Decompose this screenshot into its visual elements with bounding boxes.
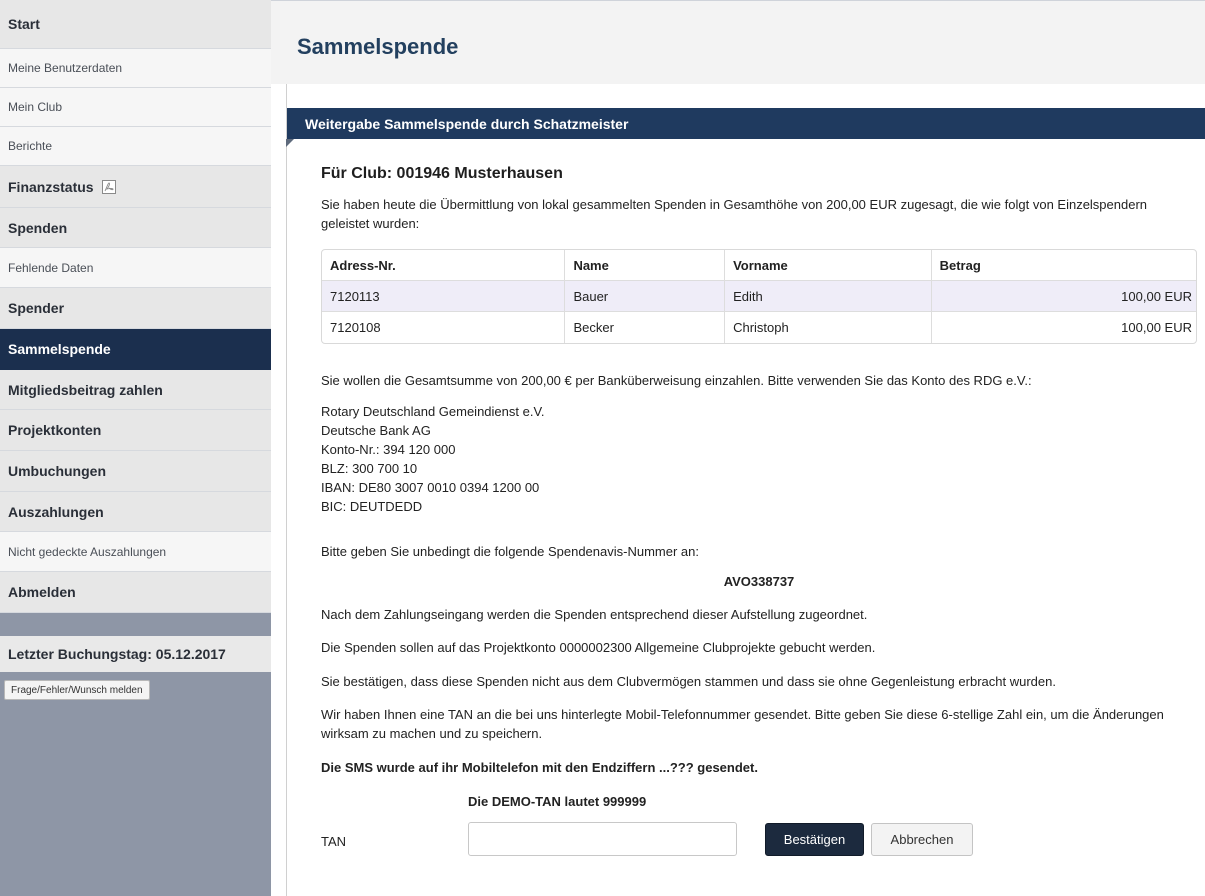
sidebar-item-label: Spenden	[8, 219, 68, 236]
content-panel: Weitergabe Sammelspende durch Schatzmeis…	[286, 84, 1205, 896]
cancel-button[interactable]: Abbrechen	[871, 823, 973, 856]
cell-vorname: Edith	[724, 281, 931, 311]
tan-input[interactable]	[468, 822, 737, 856]
sidebar-item-label: Mitgliedsbeitrag zahlen	[8, 381, 163, 398]
demo-tan-note: Die DEMO-TAN lautet 999999	[468, 794, 647, 809]
sidebar-item-label: Auszahlungen	[8, 503, 104, 520]
column-header-vorname: Vorname	[724, 250, 931, 280]
sidebar-item-nicht-gedeckte-auszahlungen[interactable]: Nicht gedeckte Auszahlungen	[0, 532, 271, 572]
page-header: Sammelspende	[271, 0, 1205, 84]
sidebar-item-umbuchungen[interactable]: Umbuchungen	[0, 451, 271, 492]
cell-betrag: 100,00 EUR	[930, 312, 1196, 343]
tan-label: TAN	[321, 834, 347, 849]
bank-line: BLZ: 300 700 10	[321, 461, 418, 476]
sidebar-item-fehlende-daten[interactable]: Fehlende Daten	[0, 248, 271, 288]
sidebar-item-start[interactable]: Start	[0, 0, 271, 49]
sidebar-item-label: Umbuchungen	[8, 463, 106, 479]
sidebar-item-mitgliedsbeitrag-zahlen[interactable]: Mitgliedsbeitrag zahlen	[0, 370, 271, 410]
sidebar-item-spender[interactable]: Spender	[0, 288, 271, 329]
bank-line: BIC: DEUTDEDD	[321, 499, 423, 514]
sidebar-item-label: Meine Benutzerdaten	[8, 61, 123, 75]
cell-vorname: Christoph	[724, 312, 931, 343]
table-row: 7120113 Bauer Edith 100,00 EUR	[322, 281, 1196, 312]
sidebar-item-label: Berichte	[8, 139, 53, 153]
sidebar-item-label: Sammelspende	[8, 341, 111, 357]
sms-note: Die SMS wurde auf ihr Mobiltelefon mit d…	[321, 760, 758, 775]
sidebar-item-mein-club[interactable]: Mein Club	[0, 88, 271, 127]
column-header-betrag: Betrag	[930, 250, 1196, 280]
pdf-icon[interactable]	[101, 179, 117, 195]
avis-instruction: Bitte geben Sie unbedingt die folgende S…	[321, 544, 699, 559]
sidebar-item-label: Fehlende Daten	[8, 260, 94, 275]
feedback-button[interactable]: Frage/Fehler/Wunsch melden	[4, 680, 150, 700]
sidebar-item-label: Abmelden	[8, 584, 76, 600]
cell-name: Becker	[564, 312, 724, 343]
confirmation-note: Sie bestätigen, dass diese Spenden nicht…	[321, 674, 1056, 689]
cell-adress-nr: 7120108	[330, 320, 381, 335]
avis-number: AVO338737	[723, 574, 795, 589]
payment-note: Sie wollen die Gesamtsumme von 200,00 € …	[321, 373, 1032, 388]
sidebar-item-label: Projektkonten	[8, 422, 102, 438]
tan-note: Wir haben Ihnen eine TAN an die bei uns …	[321, 707, 1164, 741]
panel-corner-decoration	[286, 139, 294, 147]
bank-line: IBAN: DE80 3007 0010 0394 1200 00	[321, 480, 540, 495]
sidebar-item-label: Mein Club	[8, 100, 63, 114]
donor-table: Adress-Nr. Name Vorname Betrag 7120113 B…	[321, 249, 1197, 344]
cell-name: Bauer	[564, 281, 724, 311]
project-note: Die Spenden sollen auf das Projektkonto …	[321, 640, 876, 655]
bank-line: Konto-Nr.: 394 120 000	[321, 442, 456, 457]
page-title: Sammelspende	[297, 34, 459, 59]
cell-adress-nr: 7120113	[330, 288, 380, 304]
sidebar-item-label: Spender	[8, 300, 65, 316]
sidebar-item-sammelspende[interactable]: Sammelspende	[0, 329, 271, 370]
assignment-note: Nach dem Zahlungseingang werden die Spen…	[321, 607, 868, 622]
sidebar-item-auszahlungen[interactable]: Auszahlungen	[0, 492, 271, 532]
sidebar-item-label: Finanzstatus	[8, 178, 94, 195]
last-booking-day: Letzter Buchungstag: 05.12.2017	[0, 636, 271, 672]
column-header-name: Name	[564, 250, 724, 280]
panel-title: Weitergabe Sammelspende durch Schatzmeis…	[287, 108, 1205, 139]
sidebar: Start Meine Benutzerdaten Mein Club Beri…	[0, 0, 271, 896]
sidebar-item-label: Start	[8, 16, 40, 32]
confirm-button[interactable]: Bestätigen	[765, 823, 864, 856]
sidebar-item-spenden[interactable]: Spenden	[0, 208, 271, 248]
bank-line: Deutsche Bank AG	[321, 423, 431, 438]
column-header-adress-nr: Adress-Nr.	[330, 257, 396, 273]
table-row: 7120108 Becker Christoph 100,00 EUR	[322, 312, 1196, 343]
sidebar-item-projektkonten[interactable]: Projektkonten	[0, 410, 271, 451]
sidebar-item-meine-benutzerdaten[interactable]: Meine Benutzerdaten	[0, 49, 271, 88]
sidebar-item-berichte[interactable]: Berichte	[0, 127, 271, 166]
table-header-row: Adress-Nr. Name Vorname Betrag	[322, 250, 1196, 281]
cell-betrag: 100,00 EUR	[930, 281, 1196, 311]
club-heading: Für Club: 001946 Musterhausen	[321, 165, 563, 182]
sidebar-item-finanzstatus[interactable]: Finanzstatus	[0, 166, 271, 208]
intro-text: Sie haben heute die Übermittlung von lok…	[321, 197, 1148, 231]
sidebar-item-label: Nicht gedeckte Auszahlungen	[8, 544, 167, 559]
sidebar-item-abmelden[interactable]: Abmelden	[0, 572, 271, 613]
bank-details: Rotary Deutschland Gemeindienst e.V. Deu…	[321, 402, 545, 516]
bank-line: Rotary Deutschland Gemeindienst e.V.	[321, 404, 545, 419]
main-content: Sammelspende Weitergabe Sammelspende dur…	[271, 0, 1205, 896]
